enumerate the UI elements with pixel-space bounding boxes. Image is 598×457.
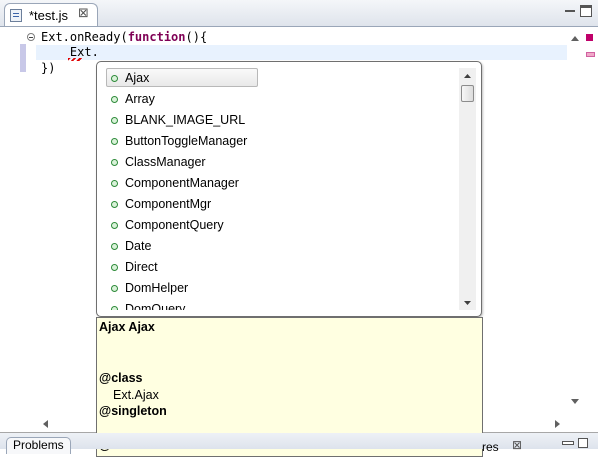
property-icon [111, 159, 118, 166]
assist-item[interactable]: Array [105, 89, 457, 110]
assist-item-label: ClassManager [125, 155, 206, 169]
assist-item[interactable]: Ajax [105, 68, 457, 89]
minimize-icon[interactable] [564, 5, 576, 17]
change-ruler-marker [20, 44, 26, 72]
assist-item-label: ComponentMgr [125, 197, 212, 211]
doc-heading: Ajax Ajax [99, 320, 155, 334]
assist-item[interactable]: ButtonToggleManager [105, 131, 457, 152]
assist-item[interactable]: ClassManager [105, 152, 457, 173]
doc-singleton-tag: @singleton [99, 404, 167, 418]
editor-tab-bar: *test.js ⊠ [0, 0, 598, 27]
code-keyword: function [127, 30, 186, 44]
assist-item-label: Ajax [125, 71, 150, 85]
code-text: (){ [185, 30, 208, 44]
assist-item[interactable]: ComponentManager [105, 173, 457, 194]
assist-item[interactable]: BLANK_IMAGE_URL [105, 110, 457, 131]
property-icon [111, 117, 118, 124]
maximize-icon[interactable] [578, 438, 588, 448]
property-icon [111, 243, 118, 250]
fold-collapse-icon[interactable] [27, 33, 35, 41]
close-icon[interactable]: ⊠ [512, 438, 522, 452]
content-assist-list[interactable]: Ajax Array BLANK_IMAGE_URL ButtonToggleMana… [105, 68, 457, 310]
assist-item-label: DomHelper [125, 281, 189, 295]
assist-item-label: BLANK_IMAGE_URL [125, 113, 246, 127]
property-icon [111, 306, 118, 310]
warning-overview-mark[interactable] [586, 52, 595, 57]
assist-item[interactable]: DomHelper [105, 278, 457, 299]
tab-problems[interactable]: Problems [6, 437, 71, 454]
property-icon [111, 96, 118, 103]
scroll-up-icon [464, 74, 471, 78]
editor-vertical-scrollbar[interactable] [567, 27, 584, 413]
code-line-1[interactable]: Ext.onReady(function(){ [41, 30, 207, 45]
assist-item[interactable]: Date [105, 236, 457, 257]
error-squiggle [68, 58, 82, 61]
js-file-icon [10, 9, 22, 22]
bottom-panel-tabbar [0, 433, 598, 449]
current-line-highlight [36, 45, 567, 60]
assist-item[interactable]: DomQuery [105, 299, 457, 310]
property-icon [111, 222, 118, 229]
property-icon [111, 180, 118, 187]
scroll-arrows [571, 36, 579, 404]
assist-item-label: Direct [125, 260, 158, 274]
doc-class-value: Ext.Ajax [113, 388, 159, 402]
property-icon [111, 201, 118, 208]
scroll-down-icon [571, 399, 579, 404]
code-line-3[interactable]: }) [41, 61, 55, 76]
assist-item-label: Array [125, 92, 155, 106]
assist-item-label: ButtonToggleManager [125, 134, 248, 148]
close-icon[interactable]: ⊠ [78, 6, 89, 21]
tab-label: *test.js [29, 8, 69, 23]
tab-partial[interactable]: res [482, 440, 499, 454]
left-ruler [0, 27, 24, 415]
property-icon [111, 75, 118, 82]
assist-item-label: ComponentQuery [125, 218, 224, 232]
assist-item-label: Date [125, 239, 152, 253]
scroll-down-icon [464, 301, 471, 305]
code-text: Ext.onReady( [41, 30, 128, 44]
maximize-icon[interactable] [580, 5, 592, 17]
scroll-right-icon [555, 420, 560, 428]
assist-item[interactable]: ComponentQuery [105, 215, 457, 236]
assist-item-label: ComponentManager [125, 176, 239, 190]
property-icon [111, 285, 118, 292]
tab-test-js[interactable]: *test.js ⊠ [4, 3, 98, 26]
assist-item[interactable]: ComponentMgr [105, 194, 457, 215]
assist-scroll-arrows [464, 74, 471, 305]
content-assist-popup: Ajax Array BLANK_IMAGE_URL ButtonToggleMana… [96, 61, 482, 317]
error-overview-mark[interactable] [586, 34, 593, 41]
scroll-up-icon [571, 36, 579, 41]
scroll-left-icon [43, 420, 48, 428]
scroll-thumb[interactable] [461, 85, 474, 102]
assist-item[interactable]: Direct [105, 257, 457, 278]
minimize-icon[interactable] [562, 441, 574, 445]
property-icon [111, 138, 118, 145]
content-assist-scrollbar[interactable] [459, 68, 476, 310]
assist-item-label: DomQuery [125, 302, 186, 310]
overview-ruler [584, 27, 598, 415]
doc-class-tag: @class [99, 371, 143, 385]
property-icon [111, 264, 118, 271]
